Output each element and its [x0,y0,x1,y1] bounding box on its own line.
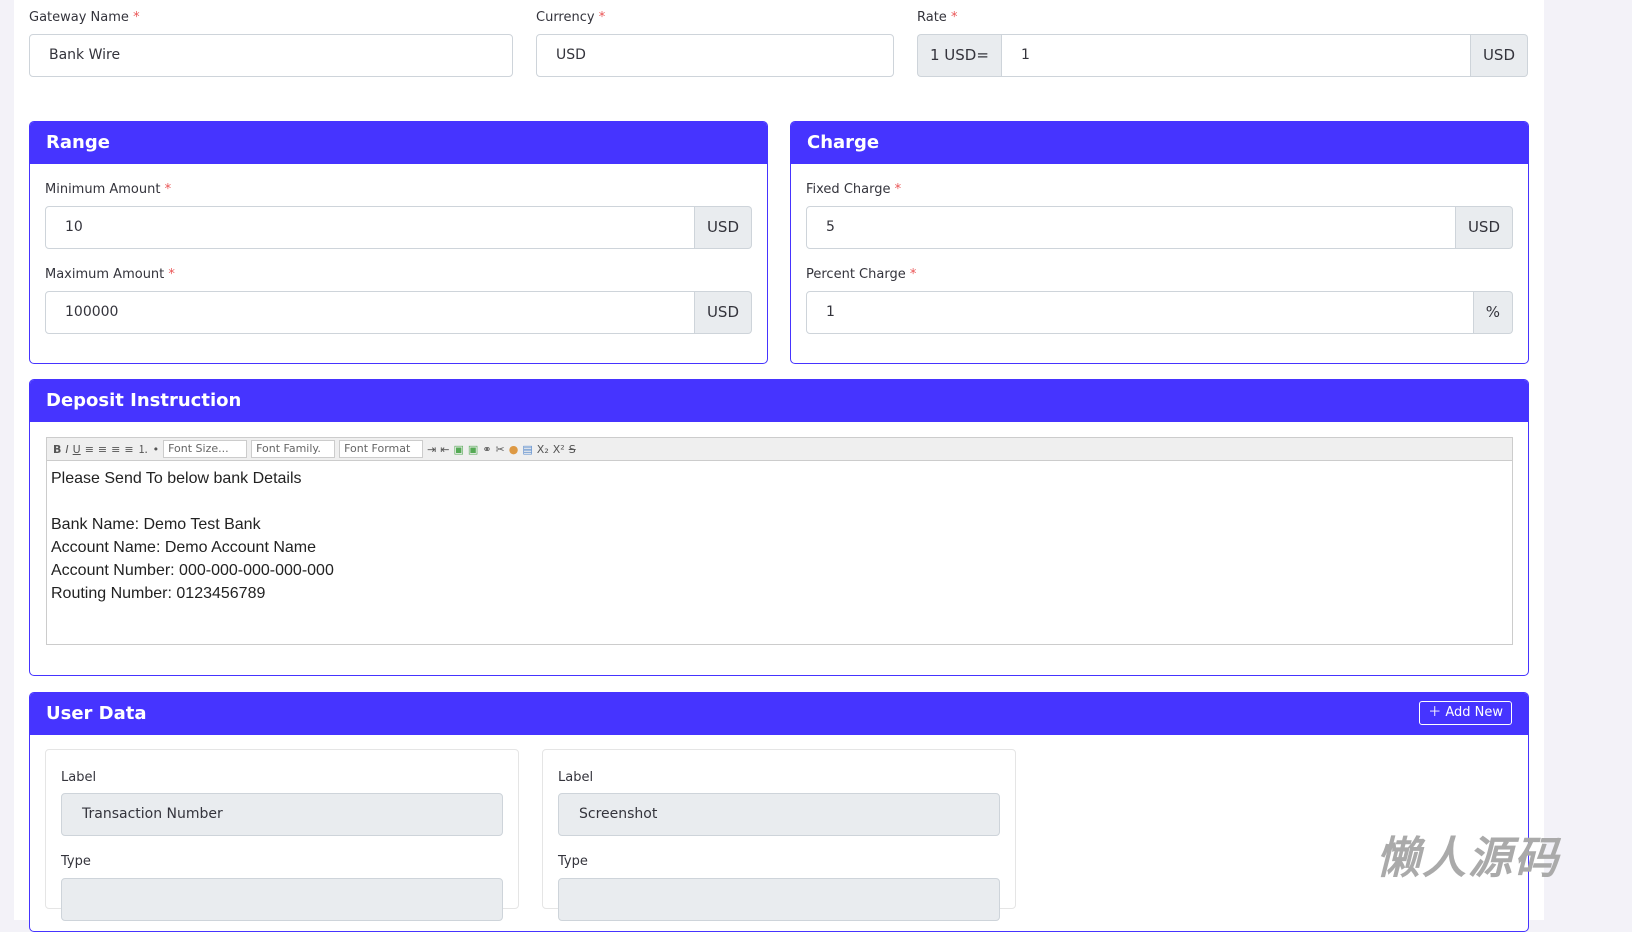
indent-icon[interactable]: ⇥ [427,443,436,456]
align-right-icon[interactable]: ≡ [111,443,120,456]
gateway-form: Gateway Name * Bank Wire Currency * USD … [14,0,1544,932]
user-data-header: User Data ＋ Add New [30,693,1528,735]
type-select[interactable] [558,878,1000,921]
percent-charge-group: 1% [806,291,1513,334]
link-icon[interactable]: ⚭ [482,443,491,456]
label-input[interactable]: Screenshot [558,793,1000,836]
user-data-section: User Data ＋ Add New Label Transaction Nu… [29,692,1529,932]
rate-label: Rate * [917,10,958,25]
label-input[interactable]: Transaction Number [61,793,503,836]
align-center-icon[interactable]: ≡ [98,443,107,456]
unit: USD [694,291,752,334]
range-section: Range Minimum Amount * 10 USD Maximum Amo… [29,121,768,364]
deposit-instruction-section: Deposit Instruction B I U ≡ ≡ ≡ ≡ ⒈ • Font S… [29,379,1529,676]
fixed-charge-label: Fixed Charge * [806,182,902,197]
align-left-icon[interactable]: ≡ [85,443,94,456]
minimum-amount-group: 10 USD [45,206,752,249]
color-icon[interactable]: ● [509,443,519,456]
label-caption: Label [558,770,594,785]
font-size-select[interactable]: Font Size... [163,440,248,458]
rate-group: 1 USD= 1 USD [917,34,1528,77]
user-data-field-card: Label Transaction Number Type [45,749,519,921]
maximum-amount-input[interactable]: 100000 [45,291,695,334]
outdent-icon[interactable]: ⇤ [440,443,449,456]
maximum-amount-label: Maximum Amount * [45,267,175,282]
editor-toolbar: B I U ≡ ≡ ≡ ≡ ⒈ • Font Size... Font Family. … [46,437,1513,461]
justify-icon[interactable]: ≡ [124,443,133,456]
rate-prefix: 1 USD= [917,34,1001,77]
subscript-button[interactable]: X₂ [537,443,549,456]
user-data-field-card: Label Screenshot Type [542,749,1016,921]
font-format-select[interactable]: Font Format [339,440,424,458]
upload-image-icon[interactable]: ▣ [468,443,478,456]
type-select[interactable] [61,878,503,921]
unlink-icon[interactable]: ✂ [496,443,505,456]
rate-suffix: USD [1470,34,1528,77]
deposit-title: Deposit Instruction [30,380,1528,422]
type-caption: Type [61,854,91,869]
plus-icon: ＋ [1428,705,1442,720]
currency-input[interactable]: USD [536,34,894,77]
maximum-amount-group: 100000 USD [45,291,752,334]
percent-charge-input[interactable]: 1 [806,291,1474,334]
fixed-charge-input[interactable]: 5 [806,206,1456,249]
unit: USD [1455,206,1513,249]
watermark: 懒人源码 [1376,833,1560,884]
underline-button[interactable]: U [73,443,81,456]
minimum-amount-input[interactable]: 10 [45,206,695,249]
bold-button[interactable]: B [53,443,61,456]
charge-title: Charge [791,122,1528,164]
unit: USD [694,206,752,249]
ordered-list-icon[interactable]: ⒈ [138,441,149,457]
gateway-name-input[interactable]: Bank Wire [29,34,513,77]
image-icon[interactable]: ▣ [454,443,464,456]
minimum-amount-label: Minimum Amount * [45,182,172,197]
range-title: Range [30,122,767,164]
deposit-instruction-editor[interactable]: Please Send To below bank Details Bank N… [46,461,1513,645]
percent-charge-label: Percent Charge * [806,267,917,282]
italic-button[interactable]: I [65,443,68,456]
strikethrough-button[interactable]: S [569,443,576,456]
user-data-title: User Data [46,703,147,724]
fixed-charge-group: 5 USD [806,206,1513,249]
html-icon[interactable]: ▤ [522,443,532,456]
gateway-name-label: Gateway Name * [29,10,140,25]
unit: % [1473,291,1513,334]
unordered-list-icon[interactable]: • [153,443,160,456]
add-new-button[interactable]: ＋ Add New [1419,701,1512,725]
font-family-select[interactable]: Font Family. [251,440,336,458]
label-caption: Label [61,770,97,785]
currency-label: Currency * [536,10,606,25]
superscript-button[interactable]: X² [553,443,565,456]
type-caption: Type [558,854,588,869]
charge-section: Charge Fixed Charge * 5 USD Percent Charg… [790,121,1529,364]
rate-input[interactable]: 1 [1000,34,1471,77]
